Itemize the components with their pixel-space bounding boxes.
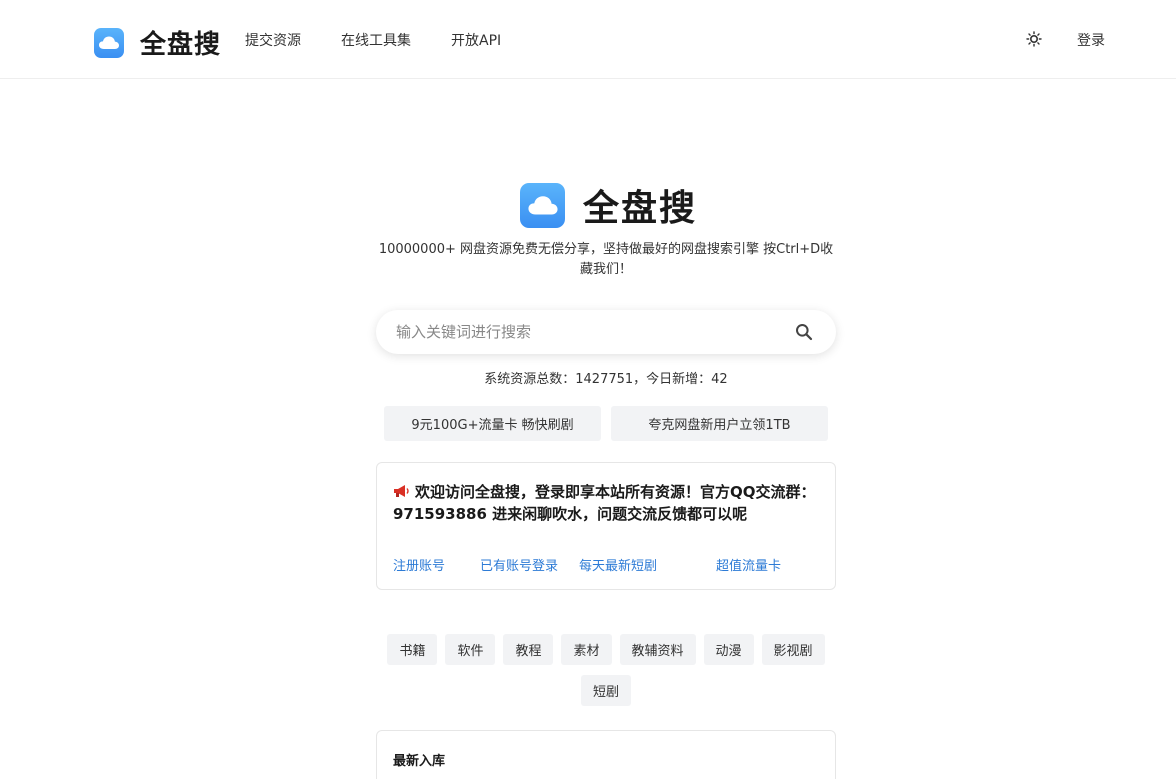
main-nav: 提交资源 在线工具集 开放API bbox=[245, 30, 541, 50]
megaphone-icon bbox=[393, 482, 411, 497]
site-name: 全盘搜 bbox=[140, 30, 222, 60]
search-input[interactable] bbox=[376, 323, 784, 341]
search-bar bbox=[376, 310, 836, 354]
category-software[interactable]: 软件 bbox=[445, 634, 496, 665]
latest-section: 最新入库 bbox=[376, 730, 836, 779]
category-anime[interactable]: 动漫 bbox=[703, 634, 754, 665]
nav-online-tools[interactable]: 在线工具集 bbox=[341, 30, 411, 50]
top-header: 全盘搜 提交资源 在线工具集 开放API 登录 bbox=[0, 0, 1176, 79]
category-books[interactable]: 书籍 bbox=[387, 634, 438, 665]
register-link[interactable]: 注册账号 bbox=[393, 555, 445, 574]
nav-submit-resource[interactable]: 提交资源 bbox=[245, 30, 301, 50]
header-logo[interactable]: 全盘搜 bbox=[94, 24, 221, 61]
existing-login-link[interactable]: 已有账号登录 bbox=[480, 555, 558, 574]
hero-logo: 全盘搜 bbox=[520, 179, 697, 231]
category-short-drama[interactable]: 短剧 bbox=[580, 675, 631, 706]
category-study-materials[interactable]: 教辅资料 bbox=[619, 634, 696, 665]
sun-icon[interactable] bbox=[1026, 31, 1042, 47]
hero-title: 全盘搜 bbox=[583, 188, 698, 229]
cloud-icon bbox=[520, 182, 565, 228]
promo-row: 9元100G+流量卡 畅快刷剧 夸克网盘新用户立领1TB bbox=[384, 406, 838, 441]
notice-card: 欢迎访问全盘搜，登录即享本站所有资源！官方QQ交流群：971593886 进来闲… bbox=[376, 462, 836, 590]
promo-data-card-button[interactable]: 9元100G+流量卡 畅快刷剧 bbox=[384, 406, 601, 441]
tagline: 10000000+ 网盘资源免费无偿分享，坚持做最好的网盘搜索引擎 按Ctrl+… bbox=[378, 242, 834, 277]
cloud-icon bbox=[94, 27, 124, 58]
login-button[interactable]: 登录 bbox=[1077, 30, 1105, 50]
nav-open-api[interactable]: 开放API bbox=[451, 30, 501, 50]
daily-drama-link[interactable]: 每天最新短剧 bbox=[579, 555, 657, 574]
latest-title: 最新入库 bbox=[393, 754, 446, 769]
category-materials[interactable]: 素材 bbox=[561, 634, 612, 665]
data-card-link[interactable]: 超值流量卡 bbox=[716, 555, 781, 574]
promo-quark-button[interactable]: 夸克网盘新用户立领1TB bbox=[611, 406, 828, 441]
category-tutorials[interactable]: 教程 bbox=[503, 634, 554, 665]
search-icon[interactable] bbox=[784, 312, 824, 352]
category-tv-movies[interactable]: 影视剧 bbox=[761, 634, 825, 665]
notice-message: 欢迎访问全盘搜，登录即享本站所有资源！官方QQ交流群：971593886 进来闲… bbox=[393, 481, 821, 525]
notice-text: 欢迎访问全盘搜，登录即享本站所有资源！官方QQ交流群：971593886 进来闲… bbox=[393, 483, 816, 523]
resource-stats: 系统资源总数：1427751，今日新增：42 bbox=[484, 372, 728, 387]
category-tags: 书籍 软件 教程 素材 教辅资料 动漫 影视剧 短剧 bbox=[376, 634, 836, 716]
